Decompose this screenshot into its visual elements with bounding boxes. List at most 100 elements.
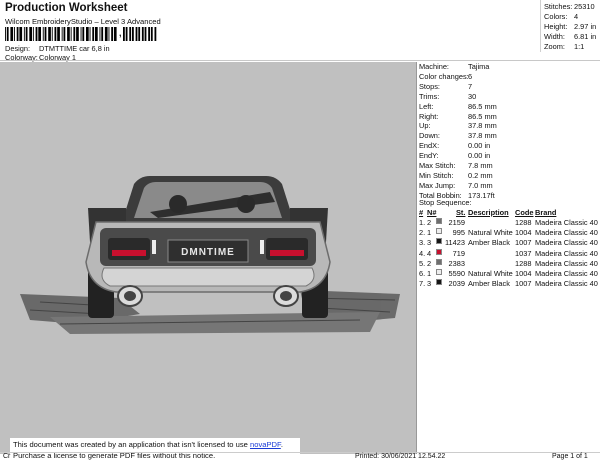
prop-label: Right: [419, 111, 439, 121]
col-header-n: N# [427, 208, 437, 217]
barcode-bar [89, 27, 91, 41]
row-number: 7. [419, 279, 426, 289]
thread-brand: Madeira Classic 40 [535, 258, 598, 268]
needle-number: 2 [427, 218, 432, 227]
thread-brand: Madeira Classic 40 [535, 238, 598, 248]
col-header-num: # [419, 208, 424, 217]
stitch-count: 2039 [448, 279, 465, 289]
stats-divider [540, 0, 541, 52]
printed-timestamp: Printed: 30/06/2021 12.54.22 [355, 453, 446, 460]
barcode-bar [73, 27, 76, 41]
prop-label: Down: [419, 131, 440, 141]
row-number: 4. [419, 248, 426, 258]
col-header-st: St. [456, 208, 466, 217]
stat-value: 25310 [574, 2, 595, 11]
barcode-bar [70, 27, 72, 41]
barcode-bar [29, 27, 32, 41]
barcode-bar [35, 27, 38, 41]
barcode-bar [42, 27, 44, 41]
barcode-bar [48, 27, 51, 41]
needle-number: 3 [427, 279, 432, 289]
barcode-bar [148, 27, 150, 41]
barcode-bar [99, 27, 101, 41]
barcode-bar [25, 27, 28, 41]
barcode-bar [108, 27, 110, 41]
thread-description: Amber Black [468, 279, 510, 289]
prop-label: EndX: [419, 141, 440, 151]
stat-label: Zoom: [544, 42, 565, 51]
stitch-count: 5590 [448, 269, 465, 278]
thread-color-swatch [436, 228, 442, 235]
notice-line-1: This document was created by an applicat… [13, 440, 283, 449]
needle-number: 2 [427, 258, 432, 268]
needle-number: 1 [427, 269, 432, 278]
barcode-bar [95, 27, 98, 41]
stop-sequence-row: 6. 1 5590 Natural White 1004 Madeira Classic … [417, 269, 600, 280]
thread-color-swatch [436, 269, 442, 275]
barcode-bar [138, 27, 141, 41]
stat-width: Width: 6.81 in [544, 32, 600, 42]
prop-value: Tajima [468, 62, 490, 71]
design-value: DTMTTIME car 6,8 in [39, 44, 110, 53]
stitch-count: 995 [452, 228, 465, 238]
thread-code: 1288 [515, 258, 532, 268]
barcode-bar [51, 27, 53, 41]
thread-code: 1037 [515, 248, 532, 258]
barcode-bar [5, 27, 6, 41]
stat-zoom: Zoom: 1:1 [544, 42, 600, 52]
prop-value: 37.8 mm [468, 121, 497, 131]
prop-label: Up: [419, 121, 431, 131]
barcode-bar [86, 27, 89, 41]
stitch-count: 2383 [448, 258, 465, 268]
row-number: 5. [419, 258, 426, 268]
barcode-bar [54, 27, 57, 41]
page-number: Page 1 of 1 [552, 453, 588, 460]
barcode-bar [16, 27, 19, 41]
needle-number: 1 [427, 228, 432, 238]
stop-sequence-row: 1. 2 2159 1288 Madeira Classic 40 [417, 218, 600, 229]
barcode-bar [104, 27, 108, 41]
novapdf-link[interactable]: novaPDF [250, 440, 281, 449]
row-number: 1. [419, 218, 426, 227]
barcode-bar [76, 27, 79, 41]
thread-brand: Madeira Classic 40 [535, 218, 598, 227]
barcode-bar [101, 27, 104, 41]
barcode-bar [144, 27, 147, 41]
row-number: 2. [419, 228, 426, 238]
prop-value: 37.8 mm [468, 131, 497, 141]
car-embroidery-image: DMNTIME [20, 176, 400, 334]
col-header-brand: Brand [535, 208, 557, 217]
notice-text: This document was created by an applicat… [13, 440, 250, 449]
barcode-bar [92, 27, 95, 41]
barcode-bar [141, 27, 144, 41]
stitch-count: 11423 [444, 238, 465, 248]
thread-brand: Madeira Classic 40 [535, 279, 598, 289]
stop-sequence-row: 3. 3 11423 Amber Black 1007 Madeira Classic 4… [417, 238, 600, 249]
prop-value: 30 [468, 91, 477, 101]
stat-value: 2.97 in [574, 22, 597, 31]
prop-value: 0.00 in [468, 141, 491, 151]
barcode-bar [125, 27, 128, 41]
header-divider [0, 60, 600, 61]
stat-label: Width: [544, 32, 565, 41]
barcode-bar [61, 27, 63, 41]
barcode-bar [6, 27, 9, 41]
barcode-bar [132, 27, 134, 41]
stitch-count: 719 [452, 248, 465, 258]
barcode-bar [38, 27, 41, 41]
thread-brand: Madeira Classic 40 [535, 228, 598, 238]
stat-value: 1:1 [574, 42, 585, 51]
barcode-suffix: , [119, 28, 122, 38]
barcode-bar [129, 27, 132, 41]
barcode-bar [32, 27, 34, 41]
prop-label: Left: [419, 101, 434, 111]
barcode-bar [23, 27, 25, 41]
stat-label: Height: [544, 22, 568, 31]
thread-description: Natural White [468, 269, 513, 278]
stat-value: 4 [574, 12, 579, 21]
prop-label: Max Jump: [419, 180, 456, 190]
needle-number: 4 [427, 248, 432, 258]
barcode-bar [19, 27, 23, 41]
thread-description: Amber Black [468, 238, 510, 248]
row-number: 6. [419, 269, 426, 278]
